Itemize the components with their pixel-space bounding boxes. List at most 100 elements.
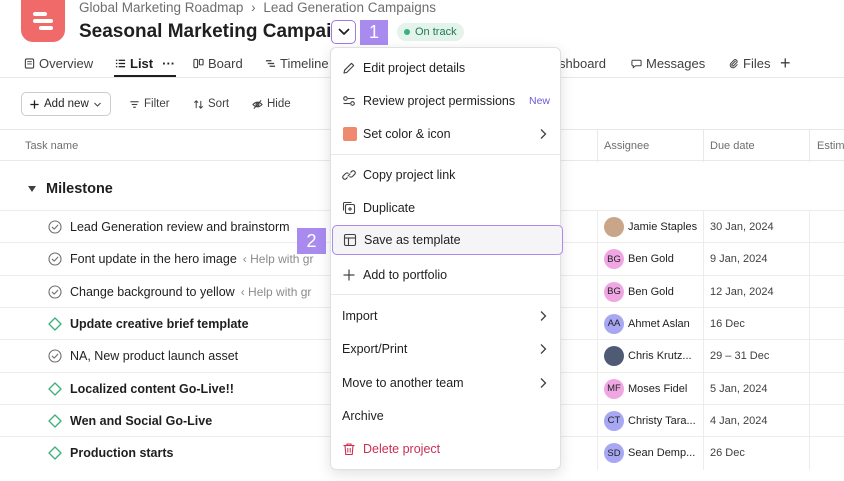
- caret-down-icon[interactable]: [28, 186, 36, 192]
- trash-icon: [343, 443, 355, 456]
- menu-item-review-project-permissions[interactable]: Review project permissions New: [331, 86, 560, 116]
- add-tab-button[interactable]: +: [780, 53, 791, 74]
- due-date[interactable]: 30 Jan, 2024: [710, 221, 774, 233]
- project-actions-menu: Edit project details Review project perm…: [330, 47, 563, 470]
- assignee-cell[interactable]: BG Ben Gold: [604, 249, 674, 270]
- menu-item-set-color-icon[interactable]: Set color & icon: [331, 119, 560, 149]
- menu-item-label: Copy project link: [363, 168, 456, 182]
- assignee-cell[interactable]: CT Christy Tara...: [604, 410, 696, 431]
- tab-overview[interactable]: Overview: [24, 56, 93, 71]
- task-name[interactable]: Update creative brief template: [70, 317, 249, 331]
- cell-divider: [809, 437, 810, 471]
- assignee-name: Christy Tara...: [628, 414, 696, 427]
- check-circle-icon[interactable]: [48, 252, 62, 266]
- task-name[interactable]: Change background to yellow ‹ Help with g…: [70, 285, 311, 299]
- list-icon: [115, 59, 126, 68]
- task-name[interactable]: Lead Generation review and brainstorm: [70, 220, 290, 234]
- menu-item-delete-project[interactable]: Delete project: [331, 434, 560, 464]
- check-circle-icon[interactable]: [48, 285, 62, 299]
- tab-label: Messages: [646, 56, 706, 71]
- assignee-name: Moses Fidel: [628, 382, 688, 395]
- tab-more-icon[interactable]: ···: [162, 56, 175, 71]
- tab-label: List: [130, 56, 154, 71]
- tab-label: shboard: [559, 56, 606, 71]
- cell-divider: [809, 372, 810, 406]
- menu-divider: [331, 154, 560, 155]
- cell-divider: [809, 211, 810, 244]
- task-name[interactable]: Localized content Go-Live!!: [70, 382, 234, 396]
- assignee-cell[interactable]: BG Ben Gold: [604, 281, 674, 302]
- filter-label: Filter: [144, 98, 170, 110]
- new-badge: New: [529, 95, 551, 107]
- menu-item-label: Export/Print: [342, 342, 408, 356]
- task-name[interactable]: Font update in the hero image ‹ Help with…: [70, 252, 313, 266]
- assignee-cell[interactable]: MF Moses Fidel: [604, 378, 688, 399]
- task-name-text: Wen and Social Go-Live: [70, 413, 213, 428]
- milestone-icon[interactable]: [48, 446, 62, 460]
- tab-timeline[interactable]: Timeline: [265, 56, 329, 71]
- menu-item-export-print[interactable]: Export/Print: [331, 334, 560, 364]
- hide-button[interactable]: Hide: [252, 92, 291, 116]
- menu-item-label: Duplicate: [363, 201, 416, 215]
- filter-button[interactable]: Filter: [129, 92, 170, 116]
- parent-task-link[interactable]: ‹ Help with gr: [243, 252, 314, 266]
- task-name[interactable]: Wen and Social Go-Live: [70, 414, 212, 428]
- tab-files[interactable]: Files: [728, 56, 770, 71]
- column-header-task-name[interactable]: Task name: [25, 140, 78, 152]
- sort-button[interactable]: Sort: [193, 92, 229, 116]
- hide-label: Hide: [267, 98, 291, 110]
- avatar: [604, 217, 624, 237]
- menu-item-archive[interactable]: Archive: [331, 401, 560, 431]
- check-circle-icon[interactable]: [48, 349, 62, 363]
- due-date[interactable]: 9 Jan, 2024: [710, 253, 768, 265]
- menu-item-copy-project-link[interactable]: Copy project link: [331, 160, 560, 190]
- milestone-icon[interactable]: [48, 414, 62, 428]
- assignee-cell[interactable]: SD Sean Demp...: [604, 443, 695, 464]
- task-name[interactable]: Production starts: [70, 446, 174, 460]
- due-date[interactable]: 16 Dec: [710, 318, 745, 330]
- menu-item-import[interactable]: Import: [331, 301, 560, 331]
- project-logo-icon[interactable]: [21, 0, 65, 42]
- breadcrumb: Global Marketing Roadmap › Lead Generati…: [79, 0, 436, 15]
- parent-task-link[interactable]: ‹ Help with gr: [241, 285, 312, 299]
- due-date[interactable]: 26 Dec: [710, 447, 745, 459]
- assignee-cell[interactable]: Jamie Staples: [604, 217, 697, 237]
- section-header[interactable]: Milestone: [28, 181, 113, 197]
- assignee-cell[interactable]: Chris Krutz...: [604, 346, 692, 367]
- due-date[interactable]: 4 Jan, 2024: [710, 415, 768, 427]
- menu-item-duplicate[interactable]: Duplicate: [331, 193, 560, 223]
- status-badge[interactable]: On track: [397, 23, 464, 41]
- tab-dashboard[interactable]: shboard: [559, 56, 606, 71]
- milestone-icon[interactable]: [48, 317, 62, 331]
- tab-label: Overview: [39, 56, 94, 71]
- due-date[interactable]: 29 – 31 Dec: [710, 350, 769, 362]
- cell-divider: [703, 211, 704, 244]
- milestone-icon[interactable]: [48, 381, 62, 396]
- task-name[interactable]: NA, New product launch asset: [70, 349, 238, 363]
- task-name-text: Font update in the hero image: [70, 252, 237, 267]
- assignee-cell[interactable]: AA Ahmet Aslan: [604, 313, 690, 334]
- add-new-label: Add new: [44, 98, 89, 110]
- menu-item-save-as-template[interactable]: Save as template: [332, 225, 563, 255]
- avatar: CT: [604, 410, 624, 431]
- menu-item-add-to-portfolio[interactable]: Add to portfolio: [331, 260, 560, 290]
- tab-messages[interactable]: Messages: [631, 56, 705, 71]
- breadcrumb-item[interactable]: Lead Generation Campaigns: [263, 0, 436, 15]
- menu-item-edit-project-details[interactable]: Edit project details: [331, 53, 560, 83]
- tab-label: Files: [743, 56, 771, 71]
- breadcrumb-item[interactable]: Global Marketing Roadmap: [79, 0, 243, 15]
- add-new-button[interactable]: Add new: [21, 92, 111, 116]
- project-menu-button[interactable]: [331, 20, 356, 44]
- filter-icon: [130, 100, 139, 108]
- permissions-icon: [343, 96, 355, 106]
- column-header-estimate[interactable]: Estim: [817, 140, 844, 152]
- cell-divider: [597, 372, 598, 406]
- tab-list[interactable]: List ···: [115, 56, 175, 71]
- check-circle-icon[interactable]: [48, 220, 62, 234]
- menu-item-move-to-another-team[interactable]: Move to another team: [331, 368, 560, 398]
- column-header-due-date[interactable]: Due date: [710, 140, 755, 152]
- tab-board[interactable]: Board: [193, 56, 243, 71]
- due-date[interactable]: 5 Jan, 2024: [710, 383, 768, 395]
- due-date[interactable]: 12 Jan, 2024: [710, 286, 774, 298]
- column-header-assignee[interactable]: Assignee: [604, 140, 649, 152]
